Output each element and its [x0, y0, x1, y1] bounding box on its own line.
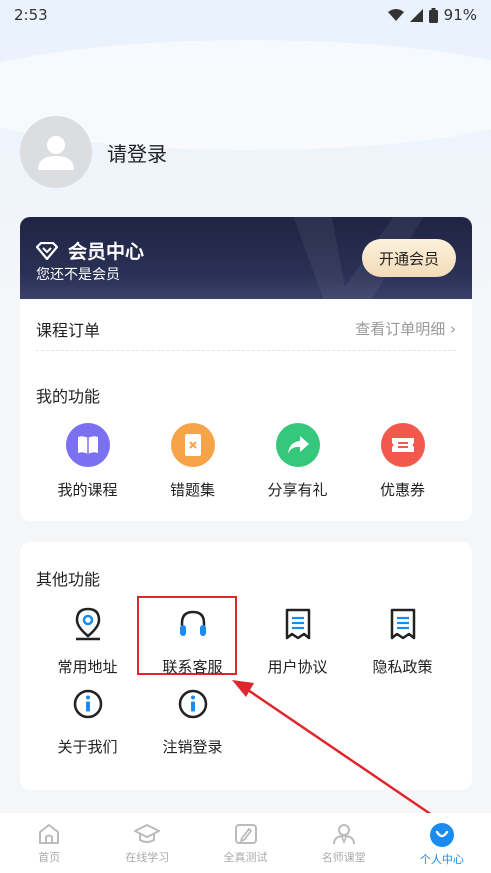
other-functions-row-1: 常用地址 联系客服 用户协议 隐私政策: [20, 604, 472, 677]
func-contact-service[interactable]: 联系客服: [140, 604, 245, 677]
smile-icon: [429, 823, 454, 847]
tab-personal-center[interactable]: 个人中心: [393, 813, 491, 873]
graduation-cap-icon: [134, 824, 161, 843]
member-title: 会员中心: [36, 237, 144, 264]
func-label: 我的课程: [57, 481, 118, 499]
battery-percent: 91%: [443, 6, 477, 24]
func-label: 隐私政策: [372, 658, 433, 676]
func-label: 注销登录: [162, 738, 223, 756]
book-icon: [65, 423, 110, 467]
functions-card: 课程订单 查看订单明细 › 我的功能 我的课程 错题集 分享有礼 优惠券: [20, 299, 472, 521]
coupon-icon: [380, 423, 425, 467]
tab-famous-teachers[interactable]: 名师课堂: [295, 813, 393, 873]
view-order-details-link[interactable]: 查看订单明细 ›: [355, 318, 456, 339]
profile-section[interactable]: 请登录: [20, 116, 167, 188]
info-icon: [68, 684, 108, 724]
tab-label: 首页: [38, 851, 61, 864]
func-user-agreement[interactable]: 用户协议: [245, 604, 350, 677]
tab-mock-test[interactable]: 全真测试: [196, 813, 294, 873]
teacher-icon: [332, 824, 355, 845]
func-address[interactable]: 常用地址: [35, 604, 140, 677]
tab-online-learning[interactable]: 在线学习: [98, 813, 196, 873]
func-label: 用户协议: [267, 658, 328, 676]
func-my-courses[interactable]: 我的课程: [35, 423, 140, 500]
view-order-details-text: 查看订单明细: [355, 320, 446, 338]
battery-icon: [428, 7, 438, 23]
notebook-icon: [170, 423, 215, 467]
func-label: 错题集: [169, 481, 215, 499]
member-title-text: 会员中心: [68, 241, 145, 263]
user-placeholder-icon: [38, 136, 74, 170]
tab-label: 名师课堂: [321, 851, 366, 864]
login-link[interactable]: 请登录: [107, 138, 167, 167]
func-label: 常用地址: [57, 658, 118, 676]
tab-label: 个人中心: [419, 853, 464, 866]
info-icon: [173, 684, 213, 724]
course-order-title: 课程订单: [36, 320, 101, 340]
headset-icon: [173, 604, 213, 644]
func-logout[interactable]: 注销登录: [140, 684, 245, 757]
func-privacy-policy[interactable]: 隐私政策: [350, 604, 455, 677]
other-functions-row-2: 关于我们 注销登录: [20, 684, 472, 757]
share-icon: [275, 423, 320, 467]
func-label: 关于我们: [57, 738, 118, 756]
status-icons: 91%: [387, 6, 477, 24]
bottom-tab-bar: 首页 在线学习 全真测试 名师课堂 个人中心: [0, 813, 491, 873]
func-share-gift[interactable]: 分享有礼: [245, 423, 350, 500]
my-functions-title: 我的功能: [36, 387, 101, 406]
tab-home[interactable]: 首页: [0, 813, 98, 873]
func-about-us[interactable]: 关于我们: [35, 684, 140, 757]
func-label: 联系客服: [162, 658, 223, 676]
home-icon: [39, 824, 60, 844]
document-icon: [383, 604, 423, 644]
member-subtitle: 您还不是会员: [36, 267, 120, 283]
func-coupons[interactable]: 优惠券: [350, 423, 455, 500]
member-banner[interactable]: 会员中心 您还不是会员 开通会员: [20, 217, 472, 299]
other-functions-title: 其他功能: [36, 570, 101, 589]
tab-label: 在线学习: [125, 851, 170, 864]
func-label: 分享有礼: [267, 481, 328, 499]
func-label: 优惠券: [379, 481, 425, 499]
diamond-icon: [36, 241, 58, 260]
chevron-right-icon: ›: [450, 320, 456, 338]
other-functions-card: 其他功能 常用地址 联系客服 用户协议 隐私政策 关于我们 注销登录: [20, 542, 472, 790]
pen-paper-icon: [234, 824, 257, 844]
signal-icon: [409, 8, 423, 22]
func-wrong-questions[interactable]: 错题集: [140, 423, 245, 500]
document-icon: [278, 604, 318, 644]
open-membership-button[interactable]: 开通会员: [362, 239, 456, 277]
wifi-icon: [387, 8, 404, 21]
tab-label: 全真测试: [223, 851, 268, 864]
location-icon: [68, 604, 108, 644]
status-time: 2:53: [14, 6, 48, 24]
avatar[interactable]: [20, 116, 92, 188]
status-bar: 2:53 91%: [0, 0, 491, 30]
my-functions-grid: 我的课程 错题集 分享有礼 优惠券: [20, 423, 472, 500]
course-order-row[interactable]: 课程订单 查看订单明细 ›: [36, 315, 456, 351]
